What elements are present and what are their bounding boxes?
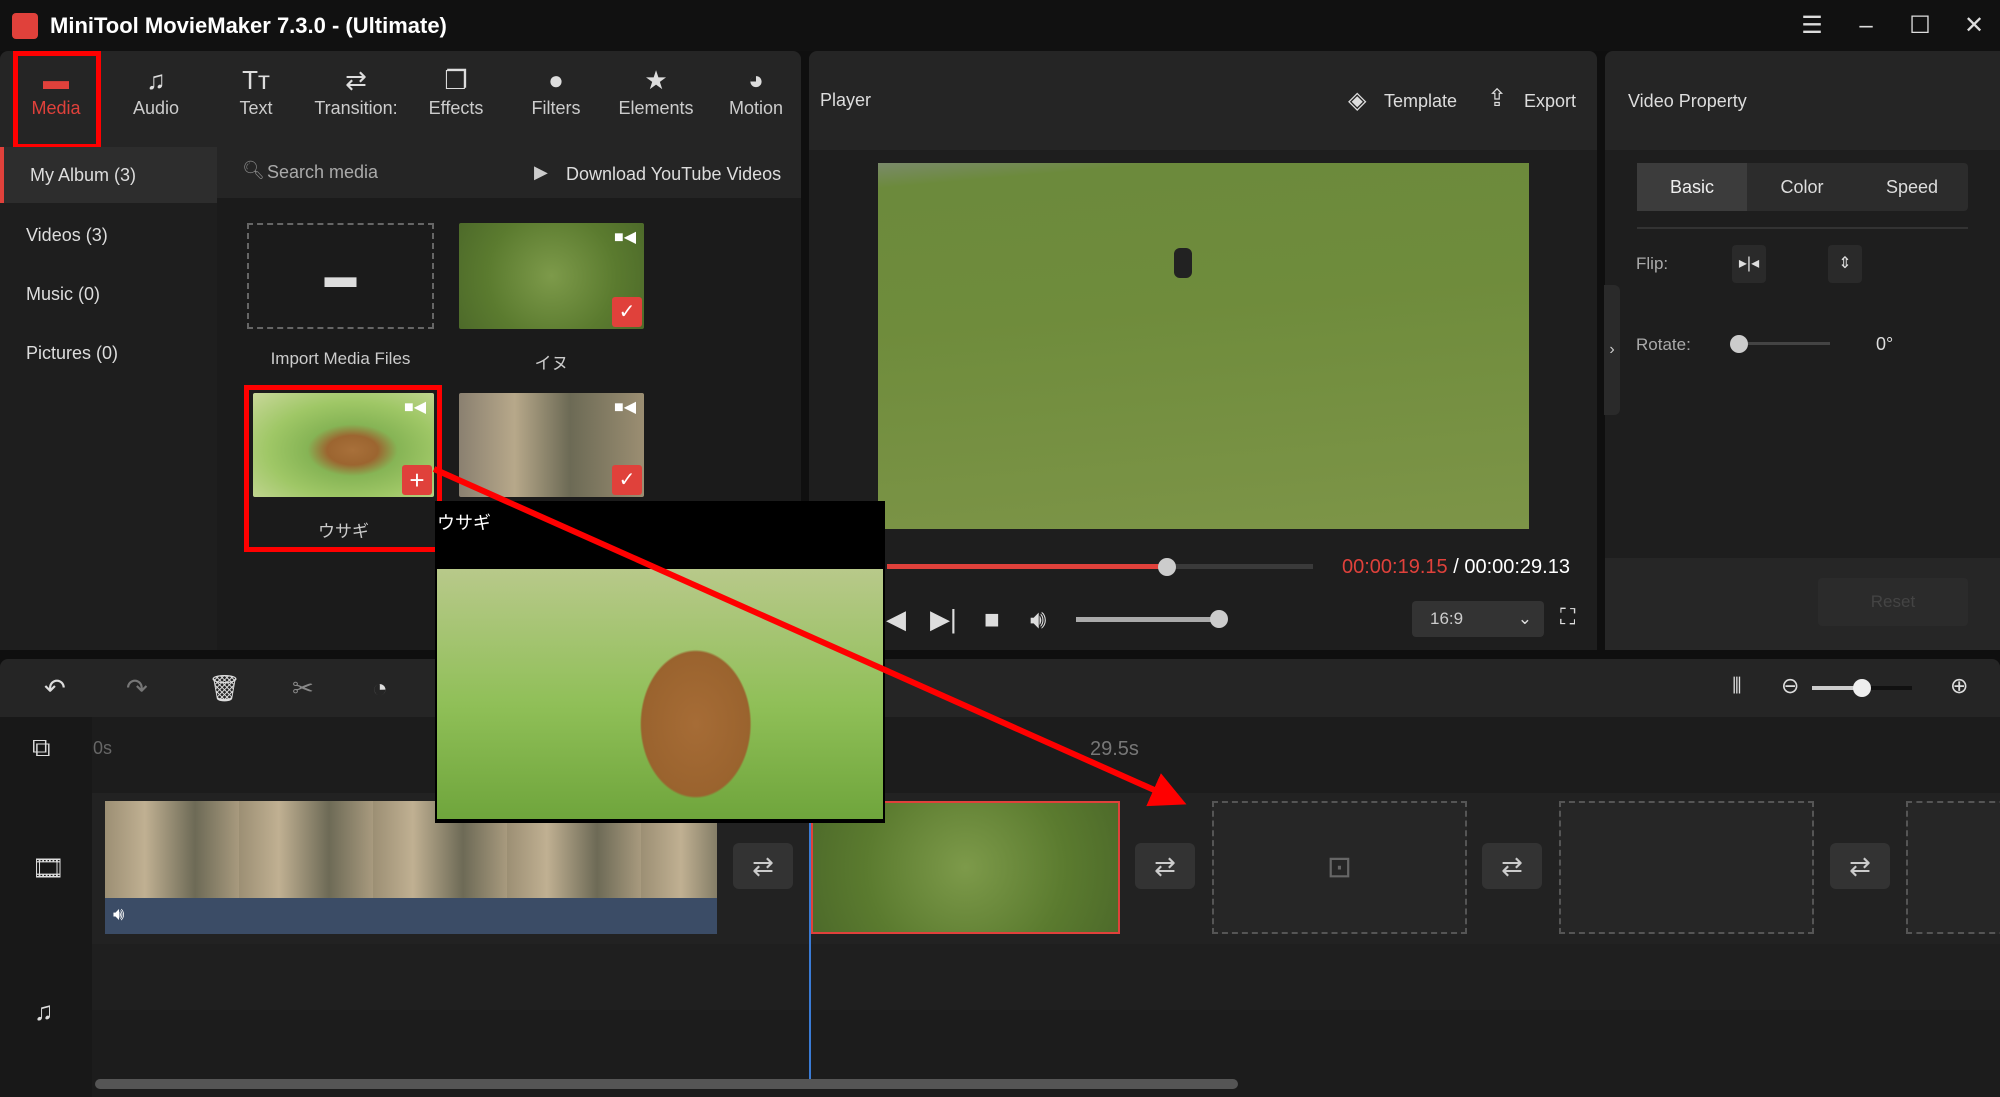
drag-arrow bbox=[432, 466, 1187, 807]
arrow-line bbox=[432, 466, 1187, 807]
